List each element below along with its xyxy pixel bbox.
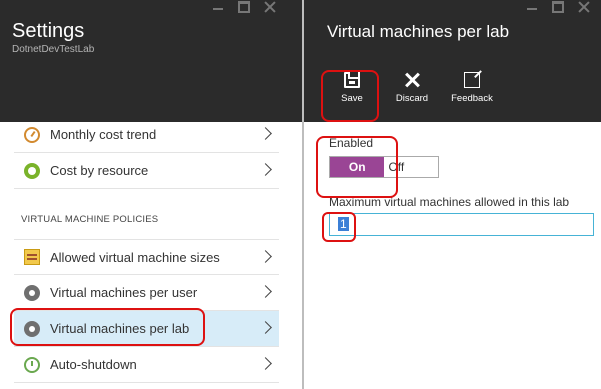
settings-window-controls <box>212 0 276 14</box>
menu-item-label: Virtual machines per user <box>50 285 198 300</box>
menu-item-vms-per-user[interactable]: Virtual machines per user <box>14 275 279 311</box>
minimize-icon[interactable] <box>526 1 538 13</box>
menu-item-cost-by-resource[interactable]: Cost by resource <box>14 153 279 189</box>
discard-label: Discard <box>395 93 429 104</box>
close-icon[interactable] <box>264 1 276 13</box>
menu-item-label: Auto-shutdown <box>50 357 137 372</box>
chevron-right-icon <box>259 357 272 370</box>
menu-item-label: Monthly cost trend <box>50 127 157 142</box>
annotation-box-vms-per-lab <box>10 308 205 346</box>
settings-header: Settings DotnetDevTestLab <box>0 0 302 122</box>
chevron-right-icon <box>259 285 272 298</box>
gauge-icon <box>24 126 40 143</box>
feedback-icon <box>464 72 480 88</box>
chevron-right-icon <box>259 321 272 334</box>
cost-icon <box>24 162 40 179</box>
maximize-icon[interactable] <box>552 1 564 13</box>
menu-item-auto-shutdown[interactable]: Auto-shutdown <box>14 347 279 383</box>
gear-icon <box>24 284 40 301</box>
blade-window-controls <box>526 0 590 14</box>
vm-sizes-icon <box>24 249 40 265</box>
close-icon[interactable] <box>578 1 590 13</box>
settings-subtitle: DotnetDevTestLab <box>12 44 95 55</box>
chevron-right-icon <box>259 127 272 140</box>
blade-title: Virtual machines per lab <box>327 22 510 41</box>
feedback-label: Feedback <box>451 93 493 104</box>
annotation-box-toggle <box>316 136 398 198</box>
discard-icon <box>404 72 420 88</box>
menu-item-allowed-vm-sizes[interactable]: Allowed virtual machine sizes <box>14 239 279 275</box>
menu-item-monthly-cost-trend[interactable]: Monthly cost trend <box>14 117 279 153</box>
discard-button[interactable]: Discard <box>387 72 437 104</box>
chevron-right-icon <box>259 163 272 176</box>
settings-title: Settings <box>12 20 85 42</box>
maximize-icon[interactable] <box>238 1 250 13</box>
chevron-right-icon <box>259 250 272 263</box>
max-vms-input[interactable]: 1 <box>329 213 594 236</box>
annotation-box-save <box>321 70 379 122</box>
minimize-icon[interactable] <box>212 1 224 13</box>
menu-item-label: Allowed virtual machine sizes <box>50 249 220 265</box>
feedback-button[interactable]: Feedback <box>447 72 497 104</box>
section-header-vm-policies: VIRTUAL MACHINE POLICIES <box>21 214 159 225</box>
clock-icon <box>24 356 40 373</box>
annotation-box-input <box>322 212 356 242</box>
menu-item-label: Cost by resource <box>50 163 149 178</box>
